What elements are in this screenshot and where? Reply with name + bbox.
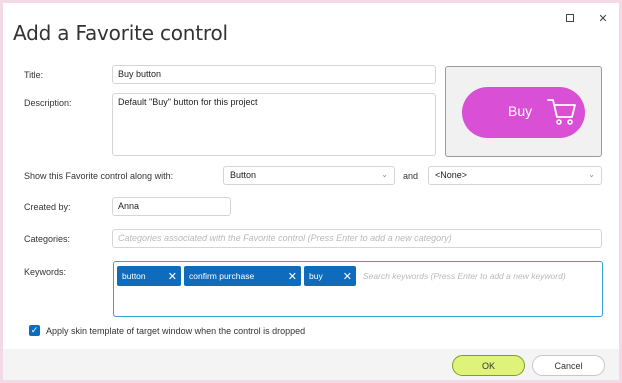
cancel-button[interactable]: Cancel bbox=[532, 355, 605, 376]
dialog-title: Add a Favorite control bbox=[13, 21, 228, 45]
created-by-label: Created by: bbox=[24, 202, 71, 212]
categories-placeholder: Categories associated with the Favorite … bbox=[118, 233, 452, 243]
close-icon: ✕ bbox=[598, 12, 608, 25]
description-input[interactable]: Default "Buy" button for this project bbox=[112, 93, 436, 156]
second-control-select[interactable]: <None> ⌄ bbox=[428, 166, 602, 185]
remove-keyword-icon[interactable]: ✕ bbox=[343, 270, 352, 283]
ok-button[interactable]: OK bbox=[452, 355, 525, 376]
categories-label: Categories: bbox=[24, 234, 71, 244]
second-control-value: <None> bbox=[435, 170, 468, 180]
close-button[interactable]: ✕ bbox=[595, 10, 611, 26]
keyword-chip[interactable]: button ✕ bbox=[117, 266, 181, 286]
keywords-label: Keywords: bbox=[24, 267, 67, 277]
control-preview: Buy bbox=[445, 66, 602, 157]
maximize-button[interactable] bbox=[562, 10, 578, 26]
maximize-icon bbox=[566, 14, 574, 22]
chevron-down-icon: ⌄ bbox=[381, 170, 388, 179]
show-along-label: Show this Favorite control along with: bbox=[24, 171, 174, 181]
chevron-down-icon: ⌄ bbox=[588, 170, 595, 179]
control-type-value: Button bbox=[230, 170, 257, 180]
keyword-chip[interactable]: buy ✕ bbox=[304, 266, 356, 286]
created-by-input[interactable]: Anna bbox=[112, 197, 231, 216]
remove-keyword-icon[interactable]: ✕ bbox=[288, 270, 297, 283]
control-type-select[interactable]: Button ⌄ bbox=[223, 166, 395, 185]
apply-skin-checkbox[interactable]: ✓ bbox=[29, 325, 40, 336]
buy-button-preview: Buy bbox=[462, 87, 585, 138]
title-label: Title: bbox=[24, 70, 44, 80]
shopping-cart-icon bbox=[547, 99, 576, 125]
keyword-chip-label: buy bbox=[309, 271, 323, 281]
remove-keyword-icon[interactable]: ✕ bbox=[168, 270, 177, 283]
keyword-chip-label: button bbox=[122, 271, 146, 281]
dialog-footer: OK Cancel bbox=[3, 349, 619, 380]
and-label: and bbox=[403, 171, 419, 181]
buy-button-label: Buy bbox=[508, 103, 533, 119]
keyword-chip-label: confirm purchase bbox=[189, 271, 255, 281]
add-favorite-dialog: Add a Favorite control ✕ Title: Buy butt… bbox=[3, 3, 619, 380]
keywords-placeholder: Search keywords (Press Enter to add a ne… bbox=[363, 271, 566, 281]
checkmark-icon: ✓ bbox=[30, 325, 39, 335]
keywords-input[interactable]: button ✕ confirm purchase ✕ buy ✕ Search… bbox=[113, 261, 603, 317]
title-input[interactable]: Buy button bbox=[112, 65, 436, 84]
description-label: Description: bbox=[24, 98, 72, 108]
keyword-chip[interactable]: confirm purchase ✕ bbox=[184, 266, 301, 286]
apply-skin-label: Apply skin template of target window whe… bbox=[46, 326, 306, 336]
categories-input[interactable]: Categories associated with the Favorite … bbox=[112, 229, 602, 248]
